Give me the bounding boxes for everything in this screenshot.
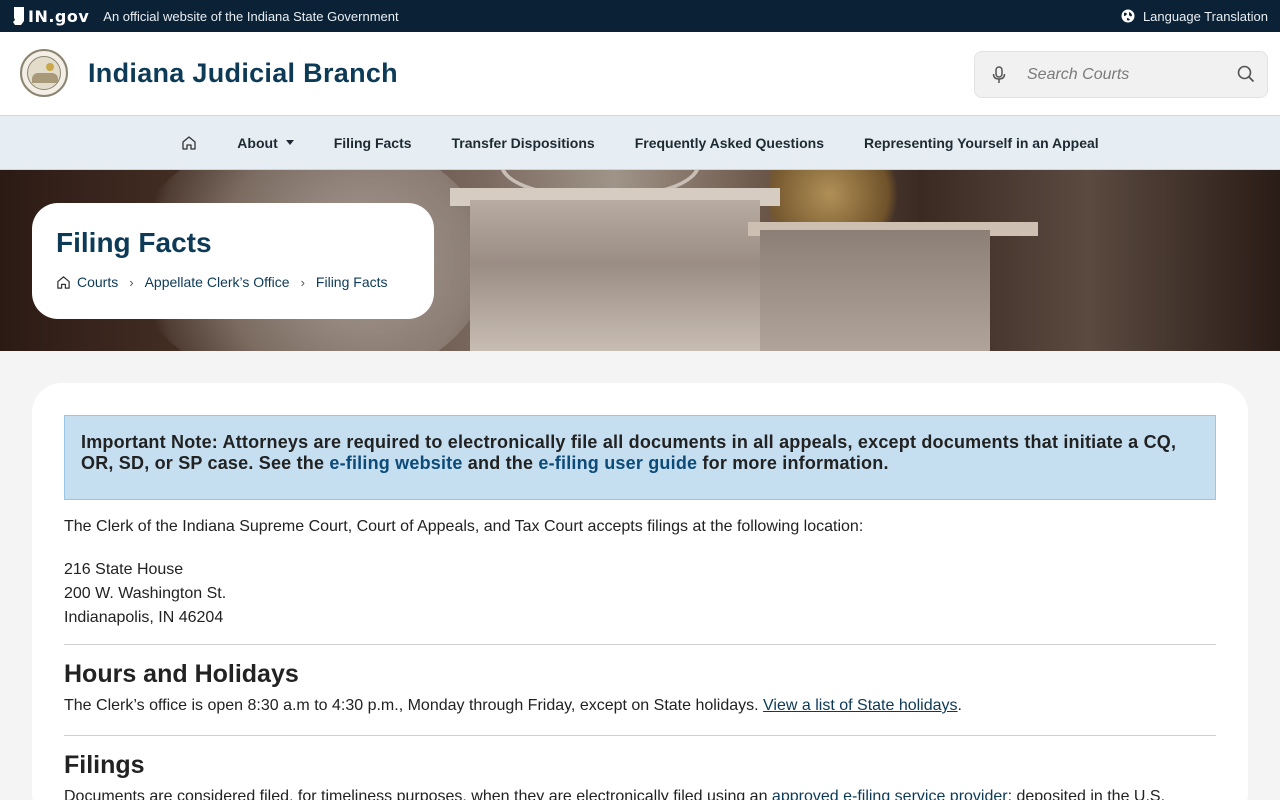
search-input[interactable] — [1027, 62, 1227, 88]
chevron-down-icon — [285, 140, 294, 145]
ingov-logo[interactable]: IN.gov — [12, 6, 89, 26]
chevron-right-icon: › — [129, 274, 134, 290]
address-line: 216 State House — [64, 561, 184, 578]
state-seal-logo[interactable] — [20, 49, 68, 97]
address-line: 200 W. Washington St. — [64, 585, 227, 602]
home-icon — [182, 135, 196, 150]
e-filing-website-link[interactable]: e-filing website — [329, 453, 462, 473]
nav-faq[interactable]: Frequently Asked Questions — [615, 116, 844, 170]
globe-icon — [1121, 9, 1135, 23]
chevron-right-icon: › — [300, 274, 305, 290]
official-website-text: An official website of the Indiana State… — [103, 8, 399, 24]
page-title-card: Filing Facts Courts › Appellate Clerk’s … — [32, 203, 434, 319]
state-holidays-link[interactable]: View a list of State holidays — [763, 697, 957, 714]
language-translation-label: Language Translation — [1142, 8, 1268, 24]
home-icon[interactable] — [56, 275, 71, 290]
indiana-state-icon — [13, 7, 24, 25]
approved-e-filing-provider-link[interactable]: approved e-filing service provider — [772, 788, 1008, 800]
filings-suffix: ; deposited in the U.S. — [1007, 788, 1166, 800]
ingov-logo-text: IN.gov — [28, 6, 90, 26]
nav-filing-facts[interactable]: Filing Facts — [314, 116, 432, 170]
breadcrumb-filing-facts: Filing Facts — [315, 274, 388, 290]
filings-text: Documents are considered filed, for time… — [64, 788, 1224, 800]
search-icon[interactable] — [1237, 65, 1255, 83]
breadcrumb-appellate-clerk[interactable]: Appellate Clerk’s Office — [145, 274, 290, 290]
intro-text: The Clerk of the Indiana Supreme Court, … — [64, 518, 864, 535]
hours-body: The Clerk’s office is open 8:30 a.m to 4… — [64, 697, 764, 714]
page-title: Filing Facts — [56, 227, 212, 258]
filings-body: Documents are considered filed, for time… — [64, 788, 772, 800]
breadcrumb: Courts › Appellate Clerk’s Office › Fili… — [56, 274, 388, 290]
site-title[interactable]: Indiana Judicial Branch — [88, 58, 398, 89]
important-note-box: Important Note: Attorneys are required t… — [64, 415, 1216, 500]
clerk-address: 216 State House 200 W. Washington St. In… — [64, 558, 226, 630]
filings-heading: Filings — [64, 751, 145, 779]
hours-heading: Hours and Holidays — [64, 660, 299, 688]
hours-text: The Clerk’s office is open 8:30 a.m to 4… — [64, 697, 962, 715]
note-suffix: for more information. — [697, 453, 889, 473]
gov-bar: IN.gov An official website of the Indian… — [0, 0, 1280, 32]
microphone-icon[interactable] — [992, 66, 1006, 84]
main-content: Important Note: Attorneys are required t… — [32, 383, 1248, 800]
language-translation-button[interactable]: Language Translation — [1121, 0, 1268, 32]
divider — [64, 644, 1216, 645]
nav-transfer-dispositions[interactable]: Transfer Dispositions — [432, 116, 615, 170]
address-line: Indianapolis, IN 46204 — [64, 609, 224, 626]
search-box — [974, 51, 1268, 98]
main-nav: About Filing Facts Transfer Dispositions… — [0, 116, 1280, 170]
divider — [64, 735, 1216, 736]
nav-about[interactable]: About — [217, 116, 313, 170]
hours-suffix: . — [957, 697, 962, 714]
e-filing-user-guide-link[interactable]: e-filing user guide — [538, 453, 697, 473]
note-middle: and the — [462, 453, 539, 473]
nav-home[interactable] — [161, 116, 217, 170]
site-header: Indiana Judicial Branch — [0, 32, 1280, 116]
nav-about-label: About — [237, 134, 278, 151]
breadcrumb-courts[interactable]: Courts — [77, 274, 118, 290]
nav-representing-yourself[interactable]: Representing Yourself in an Appeal — [844, 116, 1119, 170]
important-note-text: Important Note: Attorneys are required t… — [81, 432, 1199, 474]
